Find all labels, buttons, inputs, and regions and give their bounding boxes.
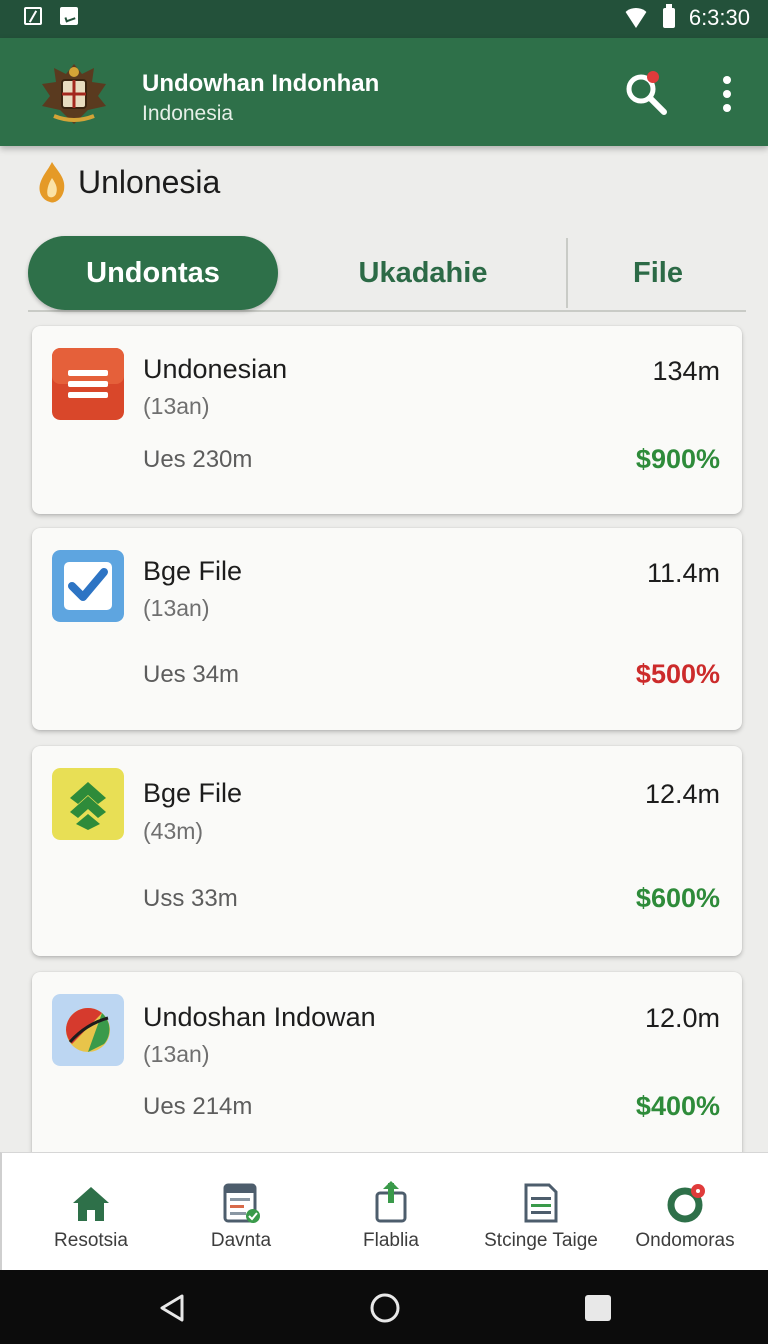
item-subtitle: (43m) — [143, 818, 204, 844]
upload-icon — [375, 1181, 407, 1223]
item-name: Bge File — [143, 556, 243, 586]
more-options-icon[interactable] — [712, 72, 742, 116]
item-change: $500% — [635, 659, 720, 689]
list-item[interactable]: Undonesian (13an) 134m Ues 230m $900% — [32, 326, 742, 514]
app-title: Undowhan Indonhan — [142, 70, 380, 97]
list-item[interactable]: Bge File (43m) 12.4m Uss 33m $600% — [32, 746, 742, 956]
item-change: $900% — [635, 444, 720, 474]
nav-label: Stcinge Taige — [484, 1230, 598, 1251]
item-usage: Ues 230m — [143, 446, 253, 473]
bottom-navigation: Resotsia Davnta Flablia Stcinge Taige On… — [0, 1152, 768, 1270]
item-change: $600% — [635, 883, 720, 913]
item-subtitle: (13an) — [143, 1041, 210, 1067]
tab-undontas[interactable]: Undontas — [28, 236, 278, 310]
status-time: 6:3:30 — [688, 5, 750, 30]
home-icon — [73, 1187, 109, 1221]
list-item[interactable]: Undoshan Indowan (13an) 12.0m Ues 214m $… — [32, 972, 742, 1172]
item-name: Bge File — [143, 778, 243, 808]
item-change: $400% — [635, 1091, 720, 1121]
emblem-icon — [42, 64, 106, 124]
app-subtitle: Indonesia — [142, 102, 234, 125]
nav-label: Flablia — [363, 1230, 419, 1251]
nav-label: Resotsia — [54, 1230, 128, 1251]
list-item[interactable]: Bge File (13an) 11.4m Ues 34m $500% — [32, 528, 742, 730]
item-subtitle: (13an) — [143, 393, 210, 419]
wifi-icon — [622, 8, 649, 28]
tab-divider — [566, 238, 568, 308]
item-size: 11.4m — [646, 558, 720, 588]
search-icon[interactable] — [620, 68, 670, 118]
battery-icon — [662, 4, 675, 28]
item-name: Undonesian — [143, 354, 288, 384]
item-size: 12.4m — [644, 779, 720, 809]
sim-icon — [24, 7, 42, 25]
globe-icon — [52, 994, 124, 1066]
section-heading: Unlonesia — [34, 158, 220, 206]
nav-item-flablia[interactable]: Flablia — [314, 1153, 468, 1271]
nav-item-stcinge-taige[interactable]: Stcinge Taige — [464, 1153, 618, 1271]
system-navigation-bar — [0, 1270, 768, 1344]
back-icon[interactable] — [156, 1292, 188, 1324]
nav-label: Davnta — [210, 1230, 272, 1251]
nav-item-resotsia[interactable]: Resotsia — [14, 1153, 168, 1271]
item-subtitle: (13an) — [143, 595, 210, 621]
home-circle-icon[interactable] — [369, 1292, 401, 1324]
item-usage: Ues 34m — [143, 661, 240, 688]
status-bar: 6:3:30 — [0, 0, 768, 38]
item-usage: Uss 33m — [143, 885, 238, 912]
report-icon — [223, 1183, 260, 1223]
section-title: Unlonesia — [78, 163, 221, 200]
chevron-stack-icon — [52, 768, 124, 840]
item-usage: Ues 214m — [143, 1093, 253, 1120]
item-name: Undoshan Indowan — [143, 1002, 376, 1032]
nav-item-ondomoras[interactable]: Ondomoras — [608, 1153, 762, 1271]
app-bar: Undowhan Indonhan Indonesia — [0, 38, 768, 146]
item-size: 134m — [652, 356, 720, 386]
recents-icon[interactable] — [582, 1292, 614, 1324]
notification-dot-icon — [647, 71, 659, 83]
nav-label: Ondomoras — [635, 1230, 735, 1251]
flame-icon — [39, 162, 65, 203]
checkbox-icon — [52, 550, 124, 622]
tab-ukadahie[interactable]: Ukadahie — [308, 236, 538, 310]
document-list-icon — [52, 348, 124, 420]
nav-item-davnta[interactable]: Davnta — [164, 1153, 318, 1271]
receipt-icon — [524, 1183, 558, 1223]
tab-bar: Undontas Ukadahie File — [28, 236, 746, 312]
tab-file[interactable]: File — [570, 236, 746, 310]
item-size: 12.0m — [644, 1003, 720, 1033]
refresh-notification-icon — [667, 1184, 705, 1223]
image-notification-icon — [60, 7, 78, 25]
